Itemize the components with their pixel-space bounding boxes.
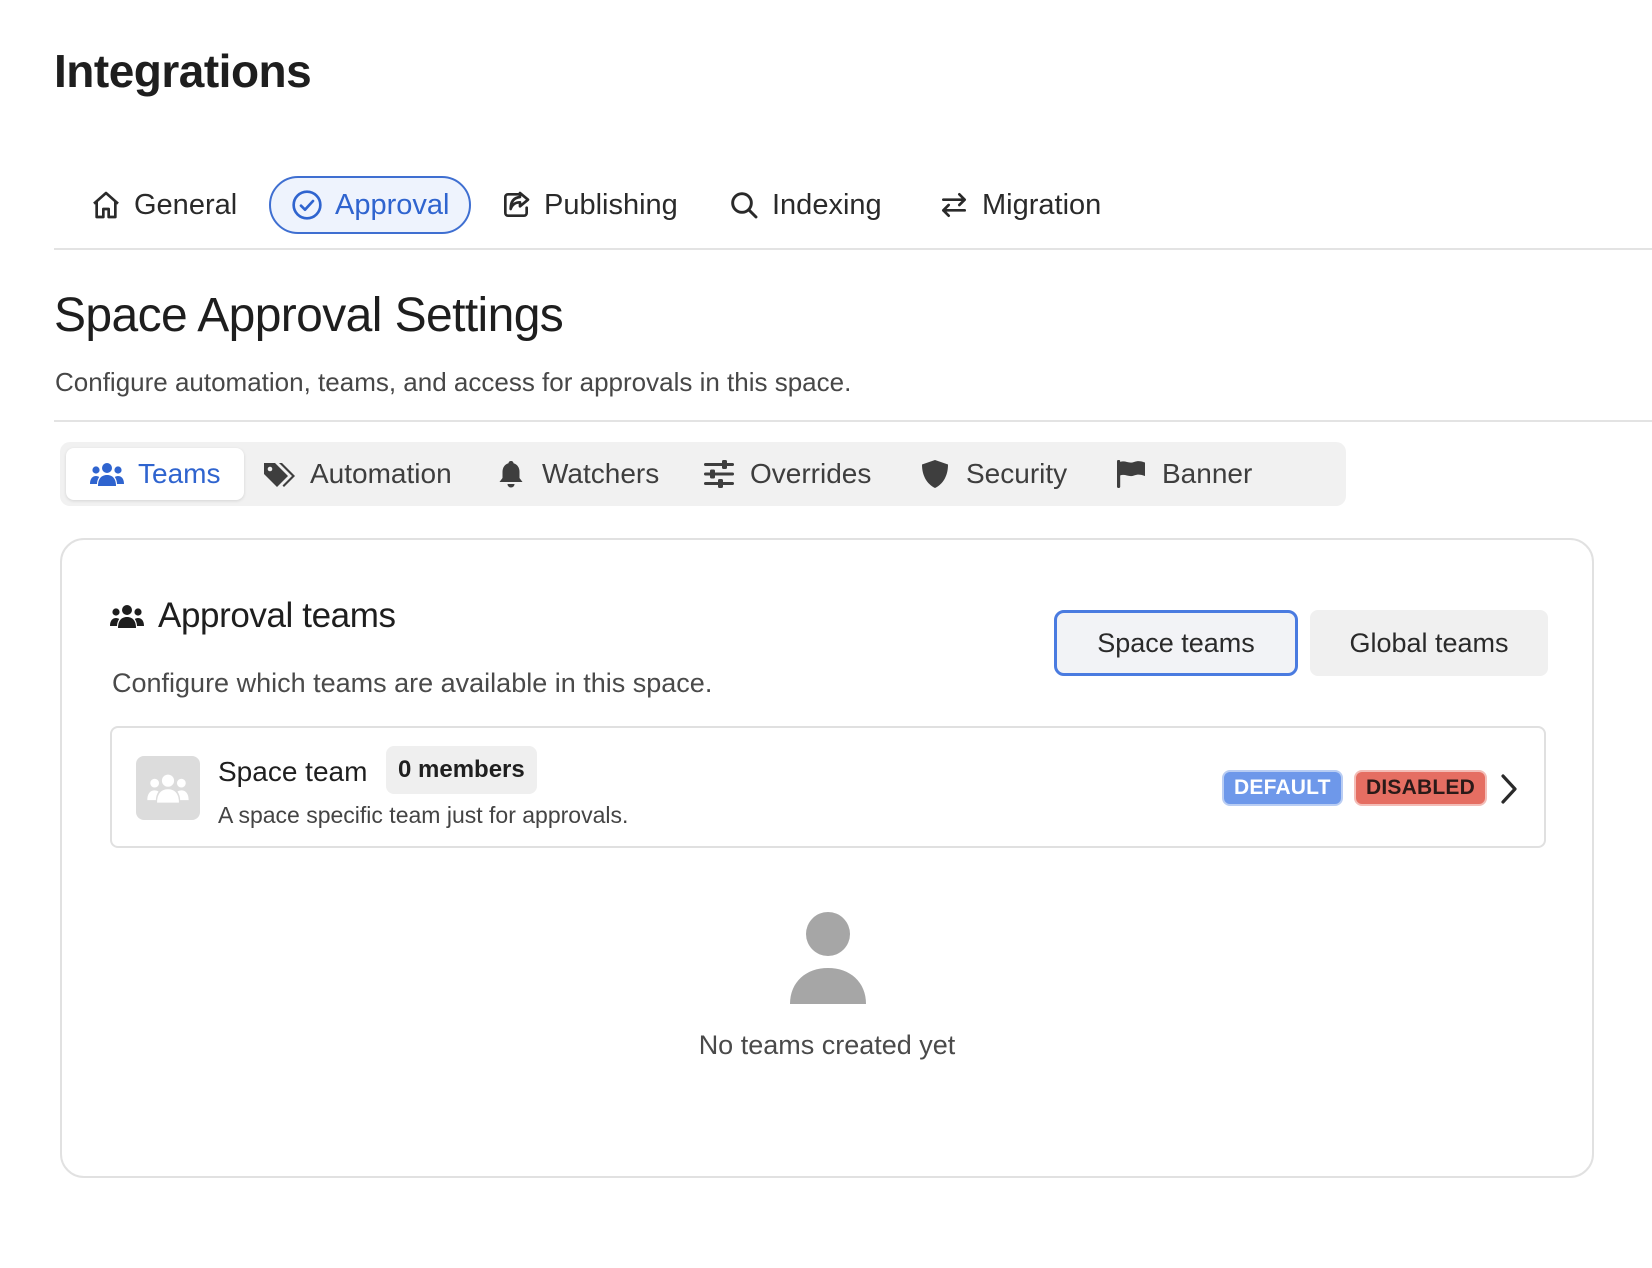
check-circle-icon [292,190,322,220]
tab-publishing-label: Publishing [544,188,678,221]
card-title-text: Approval teams [158,596,396,635]
sub-tab-teams-label: Teams [138,458,221,489]
sub-tab-automation[interactable]: Automation [262,448,452,500]
tab-indexing-label: Indexing [772,188,882,221]
sub-tab-watchers-label: Watchers [542,458,660,489]
settings-sub-tabs: Teams Automation Watchers Overrides Secu… [60,442,1346,506]
sub-tab-banner[interactable]: Banner [1114,448,1252,500]
users-icon [110,605,144,628]
sub-tab-overrides[interactable]: Overrides [702,448,871,500]
tags-icon [264,463,295,487]
tab-indexing[interactable]: Indexing [728,176,882,234]
space-teams-button[interactable]: Space teams [1054,610,1298,676]
team-row[interactable]: Space team 0 members A space specific te… [110,726,1546,848]
team-description: A space specific team just for approvals… [218,802,629,828]
sub-tab-banner-label: Banner [1162,458,1253,489]
bell-icon [499,461,523,488]
default-badge: DEFAULT [1222,770,1343,806]
tab-migration-label: Migration [982,188,1102,221]
tab-general-label: General [134,188,238,221]
tab-approval[interactable]: Approval [269,176,472,234]
divider [54,420,1652,422]
sub-tab-automation-label: Automation [310,458,452,489]
integration-tabs: General Approval Publishing Indexing Mig… [54,168,1652,250]
person-placeholder-icon [790,912,866,1004]
sliders-icon [704,460,734,488]
flag-icon [1117,460,1145,488]
sub-tab-overrides-label: Overrides [750,458,872,489]
disabled-badge: DISABLED [1354,770,1487,806]
tab-approval-label: Approval [335,188,450,221]
page-title: Integrations [54,45,312,97]
approval-teams-card: Approval teams Configure which teams are… [60,538,1594,1178]
home-icon [93,191,119,219]
tab-migration[interactable]: Migration [938,176,1101,234]
sub-tab-security[interactable]: Security [918,448,1067,500]
search-icon [731,192,758,219]
chevron-right-icon[interactable] [1498,772,1520,806]
sub-tab-teams[interactable]: Teams [66,448,245,500]
team-avatar [136,756,200,820]
empty-state-text: No teams created yet [698,1030,956,1060]
swap-icon [942,193,966,217]
section-title: Space Approval Settings [54,289,564,342]
users-icon [147,774,189,803]
global-teams-button[interactable]: Global teams [1310,610,1548,676]
card-title: Approval teams [110,596,396,636]
team-name: Space team [218,756,368,787]
sub-tab-watchers[interactable]: Watchers [494,448,659,500]
member-count-badge: 0 members [386,746,537,794]
share-icon [504,191,530,217]
users-icon [90,463,124,486]
tab-general[interactable]: General [90,176,237,234]
section-description: Configure automation, teams, and access … [55,367,852,397]
shield-icon [922,460,948,488]
tab-publishing[interactable]: Publishing [500,176,678,234]
sub-tab-security-label: Security [966,458,1068,489]
card-description: Configure which teams are available in t… [112,668,713,698]
